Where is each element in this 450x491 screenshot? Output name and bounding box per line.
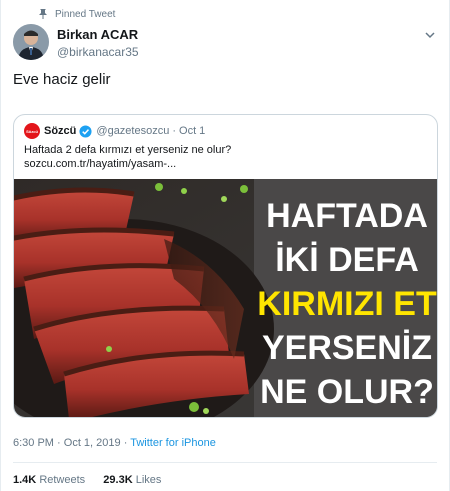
tweet-text: Eve haciz gelir (13, 71, 111, 88)
pin-icon (39, 9, 47, 19)
image-headline-highlight: KIRMIZI ET (257, 285, 437, 323)
separator-dot: · (123, 437, 128, 449)
quoted-text: Haftada 2 defa kırmızı et yerseniz ne ol… (24, 143, 231, 171)
likes-label: Likes (135, 474, 162, 486)
quoted-tweet-header: Sözcü Sözcü @gazetesozcu · Oct 1 (24, 123, 205, 139)
image-headline-line: YERSENİZ (262, 329, 432, 367)
quoted-article-image[interactable]: HAFTADA İKİ DEFA KIRMIZI ET YERSENİZ NE … (14, 179, 438, 418)
pinned-indicator: Pinned Tweet (37, 6, 115, 22)
quoted-text-line: Haftada 2 defa kırmızı et yerseniz ne ol… (24, 144, 232, 156)
quoted-tweet[interactable]: Sözcü Sözcü @gazetesozcu · Oct 1 Haftada… (13, 114, 438, 418)
retweets-label: Retweets (39, 474, 86, 486)
tweet-time[interactable]: 6:30 PM (13, 437, 54, 449)
author-handle[interactable]: @birkanacar35 (57, 44, 139, 60)
tweet-meta: 6:30 PM · Oct 1, 2019 · Twitter for iPho… (13, 437, 216, 449)
tweet-stats: 1.4K Retweets 29.3K Likes (13, 474, 161, 486)
sozcu-logo[interactable]: Sözcü (24, 123, 40, 139)
verified-badge-icon (79, 124, 92, 138)
retweets-count: 1.4K (13, 474, 37, 486)
likes-count: 29.3K (103, 474, 133, 486)
author-name[interactable]: Birkan ACAR (57, 27, 139, 42)
tweet-card[interactable]: Pinned Tweet Birkan ACAR @birkanacar35 E… (0, 0, 450, 491)
quoted-link[interactable]: sozcu.com.tr/hayatim/yasam-... (24, 157, 231, 171)
likes-stat[interactable]: 29.3K Likes (103, 474, 161, 486)
separator-dot: · (172, 125, 177, 137)
image-headline-line: İKİ DEFA (275, 241, 419, 279)
quoted-author-handle[interactable]: @gazetesozcu (96, 125, 169, 137)
retweets-stat[interactable]: 1.4K Retweets (13, 474, 85, 486)
avatar[interactable] (13, 24, 49, 60)
separator-dot: · (57, 437, 61, 449)
image-headline-line: NE OLUR? (260, 373, 434, 411)
author-info[interactable]: Birkan ACAR @birkanacar35 (57, 27, 139, 60)
tweet-source-link[interactable]: Twitter for iPhone (130, 437, 216, 449)
quoted-date[interactable]: Oct 1 (179, 125, 205, 137)
divider (13, 462, 437, 463)
chevron-down-icon[interactable] (423, 28, 437, 42)
image-headline-line: HAFTADA (266, 197, 428, 235)
tweet-date[interactable]: Oct 1, 2019 (64, 437, 121, 449)
pinned-label: Pinned Tweet (55, 8, 116, 20)
avatar-image (13, 24, 49, 60)
quoted-author-name[interactable]: Sözcü (44, 125, 76, 137)
